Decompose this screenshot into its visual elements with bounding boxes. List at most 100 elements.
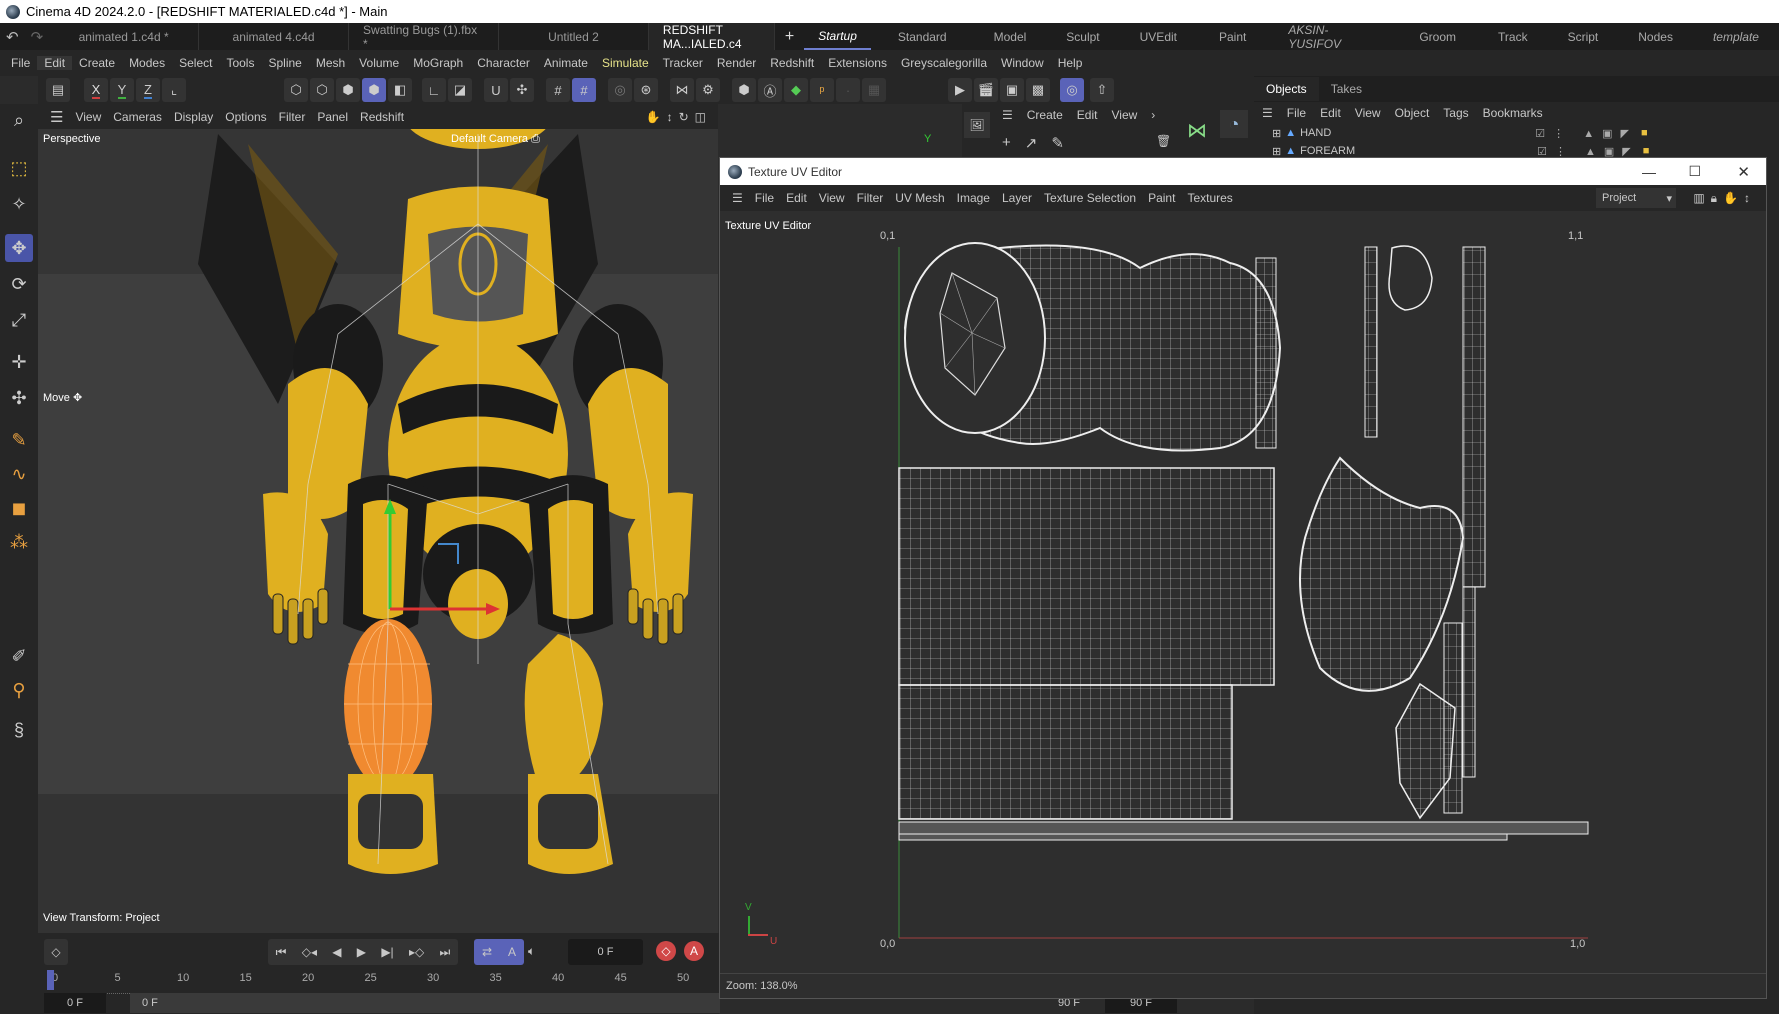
go-to-end-icon[interactable]: ⏭	[440, 945, 451, 960]
spline-sketch-icon[interactable]: ∿	[5, 460, 33, 488]
spline-primitive-icon[interactable]: ◼	[5, 494, 33, 522]
range-slider[interactable]: 0 F	[130, 993, 720, 1013]
polygons-mode-icon[interactable]: ⬢	[336, 78, 360, 102]
layout-tab-script[interactable]: Script	[1548, 23, 1619, 50]
tab-takes[interactable]: Takes	[1319, 77, 1374, 101]
uv-island-strip[interactable]	[1443, 622, 1463, 814]
scale-tool-icon[interactable]: ⤢	[5, 306, 33, 334]
magnet-icon[interactable]: §	[5, 716, 33, 744]
viewport-perspective[interactable]	[38, 104, 718, 933]
coordinate-system-icon[interactable]: ⌞	[162, 78, 186, 102]
settings-gear-icon[interactable]: ⚙	[696, 78, 720, 102]
objects-menu-file[interactable]: File	[1287, 106, 1306, 120]
add-icon[interactable]: +	[1002, 134, 1011, 152]
cube-color-icon[interactable]: ◆	[784, 78, 808, 102]
redshift-a-icon[interactable]: Ⓐ	[758, 78, 782, 102]
layout-tab-standard[interactable]: Standard	[871, 23, 974, 50]
objects-menu-view[interactable]: View	[1355, 106, 1381, 120]
uv-canvas[interactable]	[720, 238, 1766, 978]
autokey-icon[interactable]: A	[684, 941, 704, 961]
minimize-icon[interactable]: —	[1642, 164, 1656, 180]
uv-menu-view[interactable]: View	[813, 191, 851, 205]
export-icon[interactable]: ⇧	[1090, 78, 1114, 102]
spline-pen-icon[interactable]: ✎	[5, 426, 33, 454]
mid-menu-view[interactable]: View	[1111, 108, 1137, 122]
material-tag-icon[interactable]: ■	[1641, 127, 1648, 139]
file-tab[interactable]: animated 4.c4d	[199, 23, 350, 50]
uv-menu-uv-mesh[interactable]: UV Mesh	[889, 191, 950, 205]
selection-tool-icon[interactable]: ⬚	[5, 154, 33, 182]
lens-icon[interactable]: ◎	[608, 78, 632, 102]
uv-view-icons[interactable]: ▥🔒︎✋↕	[1693, 191, 1756, 206]
menu-modes[interactable]: Modes	[122, 56, 172, 70]
uv-menu-edit[interactable]: Edit	[780, 191, 813, 205]
viewport-menu-options[interactable]: Options	[219, 110, 272, 124]
uv-island-shell[interactable]	[1299, 456, 1465, 692]
viewport-menu-cameras[interactable]: Cameras	[107, 110, 168, 124]
mid-menu-edit[interactable]: Edit	[1077, 108, 1098, 122]
layout-tab-startup[interactable]: Startup	[804, 23, 871, 50]
layout-tab-aksin[interactable]: AKSIN-YUSIFOV	[1268, 23, 1397, 51]
workplane-icon[interactable]: ∟	[422, 78, 446, 102]
uv-menu-image[interactable]: Image	[951, 191, 996, 205]
menu-file[interactable]: File	[4, 56, 37, 70]
layout-tab-model[interactable]: Model	[974, 23, 1047, 50]
material-tag-icon[interactable]: ■	[1643, 145, 1650, 157]
grid-icon[interactable]: #	[546, 78, 570, 102]
objects-menu-object[interactable]: Object	[1395, 106, 1430, 120]
tab-objects[interactable]: Objects	[1254, 77, 1319, 101]
menu-mesh[interactable]: Mesh	[309, 56, 352, 70]
go-to-start-icon[interactable]: ⏮	[276, 945, 287, 960]
hamburger-menu-icon[interactable]: ☰	[1262, 106, 1273, 120]
axis-x-button[interactable]: X	[84, 78, 108, 102]
hamburger-menu-icon[interactable]: ☰	[44, 108, 69, 126]
tweak-tool-icon[interactable]: ✧	[5, 190, 33, 218]
redo-icon[interactable]: ↷	[25, 28, 50, 46]
uv-menu-file[interactable]: File	[749, 191, 780, 205]
light-icon[interactable]: ᵖ	[810, 78, 834, 102]
symmetry-butterfly-icon[interactable]: ⋈	[1187, 118, 1207, 143]
menu-mograph[interactable]: MoGraph	[406, 56, 470, 70]
render-queue-icon[interactable]: ▣	[1000, 78, 1024, 102]
viewport-menu-view[interactable]: View	[69, 110, 107, 124]
menu-edit[interactable]: Edit	[37, 56, 73, 70]
file-tab-active[interactable]: REDSHIFT MA...IALED.c4	[648, 23, 775, 51]
render-play-icon[interactable]: ▶	[948, 78, 972, 102]
menu-tools[interactable]: Tools	[219, 56, 261, 70]
layout-tab-groom[interactable]: Groom	[1397, 23, 1478, 50]
uv-island-tall-strip[interactable]	[1462, 246, 1486, 588]
keyframe-icon[interactable]: ◇	[44, 939, 68, 965]
sound-icon[interactable]: 🔈︎	[528, 944, 535, 959]
uv-island-bar[interactable]	[898, 821, 1589, 835]
menu-window[interactable]: Window	[994, 56, 1051, 70]
hamburger-menu-icon[interactable]: ☰	[726, 191, 749, 205]
solo-icon[interactable]: ◪	[448, 78, 472, 102]
uv-island-bar[interactable]	[898, 833, 1508, 841]
cloner-icon[interactable]: ⁂	[5, 528, 33, 556]
menu-simulate[interactable]: Simulate	[595, 56, 656, 70]
search-icon[interactable]: ⌕	[5, 106, 33, 134]
uv-menu-filter[interactable]: Filter	[851, 191, 890, 205]
objects-menu-tags[interactable]: Tags	[1443, 106, 1468, 120]
new-tab-plus-icon[interactable]: +	[775, 28, 804, 46]
eyedropper-icon[interactable]: ✎	[1051, 134, 1064, 152]
target-icon[interactable]: ⊛	[634, 78, 658, 102]
menu-help[interactable]: Help	[1051, 56, 1090, 70]
viewport-navigation-icons[interactable]: ✋↕↻◫	[640, 110, 718, 124]
mid-menu-create[interactable]: Create	[1027, 108, 1063, 122]
axis-z-button[interactable]: Z	[136, 78, 160, 102]
menu-create[interactable]: Create	[72, 56, 122, 70]
prev-key-icon[interactable]: ◇◂	[302, 945, 317, 959]
redshift-object-icon[interactable]: ⬢	[732, 78, 756, 102]
menu-redshift[interactable]: Redshift	[763, 56, 821, 70]
menu-select[interactable]: Select	[172, 56, 219, 70]
uv-island-rect-large[interactable]	[898, 467, 1275, 686]
prev-frame-icon[interactable]: ◀	[332, 945, 341, 959]
file-tab[interactable]: animated 1.c4d *	[49, 23, 200, 50]
texture-mode-icon[interactable]: ◧	[388, 78, 412, 102]
rotate-tool-icon[interactable]: ⟳	[5, 270, 33, 298]
objects-menu-bookmarks[interactable]: Bookmarks	[1483, 106, 1543, 120]
play-icon[interactable]: ▶	[357, 945, 366, 959]
placement-tool-icon[interactable]: ✣	[5, 384, 33, 412]
viewport-menu-display[interactable]: Display	[168, 110, 219, 124]
